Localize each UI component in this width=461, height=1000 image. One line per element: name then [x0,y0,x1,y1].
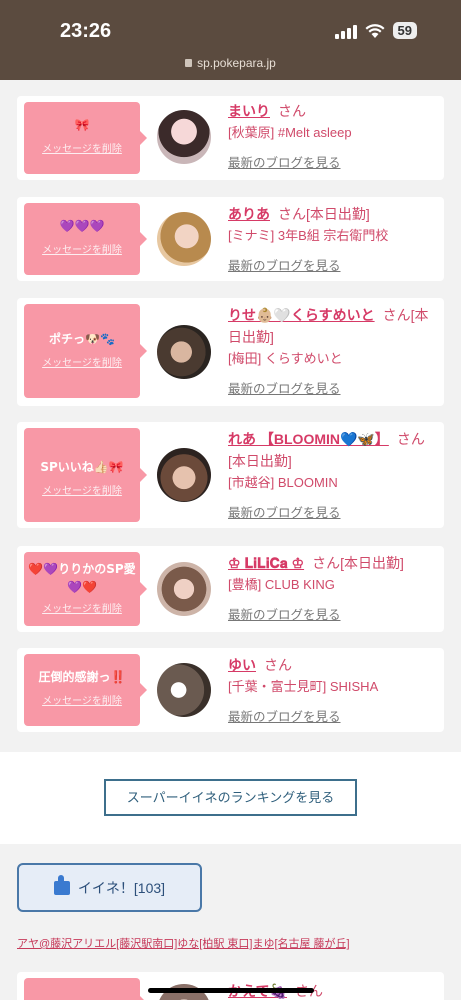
cellular-signal-icon [334,23,357,39]
cast-name-link[interactable]: れあ 【BLOOMIN💙🦋】 [228,431,389,447]
super-iine-card: ポチっ🐶🐾 メッセージを削除 りせ👶🏼🤍くらすめいと さん[本日出勤] [梅田] … [17,298,444,406]
cast-name-link[interactable]: ゆい [228,657,256,673]
super-iine-card: SPいいね👍🏻🎀 メッセージを削除 れあ 【BLOOMIN💙🦋】 さん[本日出勤]… [17,422,444,528]
avatar[interactable] [157,325,211,379]
delete-message-link[interactable]: メッセージを削除 [24,354,140,369]
cast-name-link[interactable]: りせ👶🏼🤍くらすめいと [228,307,375,323]
message-text: SPいいね👍🏻🎀 [40,460,124,474]
shop-info: [豊橋] CLUB KING [228,577,335,592]
battery-indicator: 59 [392,22,417,39]
delete-message-link[interactable]: メッセージを削除 [24,600,140,615]
super-iine-ranking-button[interactable]: スーパーイイネのランキングを見る [104,779,357,816]
message-bubble [24,978,147,1000]
avatar[interactable] [157,663,211,717]
latest-blog-link[interactable]: 最新のブログを見る [228,378,438,397]
super-iine-card: かえで🍇さん [17,972,444,1000]
honorific: さん [264,657,292,673]
message-bubble: 圧倒的感謝っ‼️ メッセージを削除 [24,654,147,726]
message-text: 💜💜💜 [59,219,105,233]
avatar[interactable] [157,212,211,266]
delete-message-link[interactable]: メッセージを削除 [24,241,140,256]
avatar[interactable] [157,448,211,502]
avatar[interactable] [157,110,211,164]
iine-label: イイネ！[103] [77,879,166,896]
super-iine-card: 💜💜💜 メッセージを削除 ありあ さん[本日出勤] [ミナミ] 3年B組 宗右衛門… [17,197,444,281]
latest-blog-link[interactable]: 最新のブログを見る [228,255,438,274]
shop-info: [市越谷] BLOOMIN [228,475,338,490]
message-text: 圧倒的感謝っ‼️ [38,670,126,684]
wifi-icon [365,23,385,38]
shop-info: [千葉・富士見町] SHISHA [228,679,379,694]
lock-icon [185,59,193,67]
super-iine-card: ❤️💜りりかのSP愛💜❤️ メッセージを削除 ♔ 𝐋𝐢𝐋𝐢𝐂𝐚 ♔ さん[本日出勤… [17,546,444,632]
super-iine-card: 🎀 メッセージを削除 まいり さん [秋葉原] #Melt asleep 最新のブ… [17,96,444,180]
latest-blog-link[interactable]: 最新のブログを見る [228,152,438,171]
honorific: さん [278,103,306,119]
honorific: さん[本日出勤] [278,206,370,222]
message-bubble: ポチっ🐶🐾 メッセージを削除 [24,304,147,398]
delete-message-link[interactable]: メッセージを削除 [24,482,140,497]
message-bubble: 💜💜💜 メッセージを削除 [24,203,147,275]
honorific: さん[本日出勤] [312,555,404,571]
liked-by-list[interactable]: アヤ@藤沢アリエル[藤沢駅南口]ゆな[柏駅 東口]まゆ[名古屋 藤が丘] [17,935,350,951]
delete-message-link[interactable]: メッセージを削除 [24,140,140,155]
cast-name-link[interactable]: まいり [228,103,270,119]
delete-message-link[interactable]: メッセージを削除 [24,692,140,707]
clock: 23:26 [60,20,112,42]
address-bar[interactable]: sp.pokepara.jp [0,56,461,70]
latest-blog-link[interactable]: 最新のブログを見る [228,502,438,521]
home-indicator [148,988,314,993]
message-text: ❤️💜りりかのSP愛💜❤️ [28,562,136,594]
iine-button[interactable]: イイネ！[103] [17,863,202,912]
shop-info: [梅田] くらすめいと [228,351,343,366]
super-iine-card: 圧倒的感謝っ‼️ メッセージを削除 ゆい さん [千葉・富士見町] SHISHA … [17,648,444,732]
shop-info: [秋葉原] #Melt asleep [228,125,352,140]
latest-blog-link[interactable]: 最新のブログを見る [228,706,438,725]
cast-name-link[interactable]: ♔ 𝐋𝐢𝐋𝐢𝐂𝐚 ♔ [228,555,304,571]
message-bubble: 🎀 メッセージを削除 [24,102,147,174]
message-text: ポチっ🐶🐾 [49,332,115,346]
shop-info: [ミナミ] 3年B組 宗右衛門校 [228,228,389,243]
latest-blog-link[interactable]: 最新のブログを見る [228,604,438,623]
status-bar: 23:26 59 sp.pokepara.jp [0,0,461,80]
system-icons: 59 [334,22,417,39]
avatar[interactable] [157,562,211,616]
url-text: sp.pokepara.jp [197,56,276,70]
message-bubble: SPいいね👍🏻🎀 メッセージを削除 [24,428,147,522]
thumbs-up-icon [53,874,70,895]
cast-name-link[interactable]: ありあ [228,206,270,222]
message-bubble: ❤️💜りりかのSP愛💜❤️ メッセージを削除 [24,552,147,626]
message-text: 🎀 [74,118,90,132]
